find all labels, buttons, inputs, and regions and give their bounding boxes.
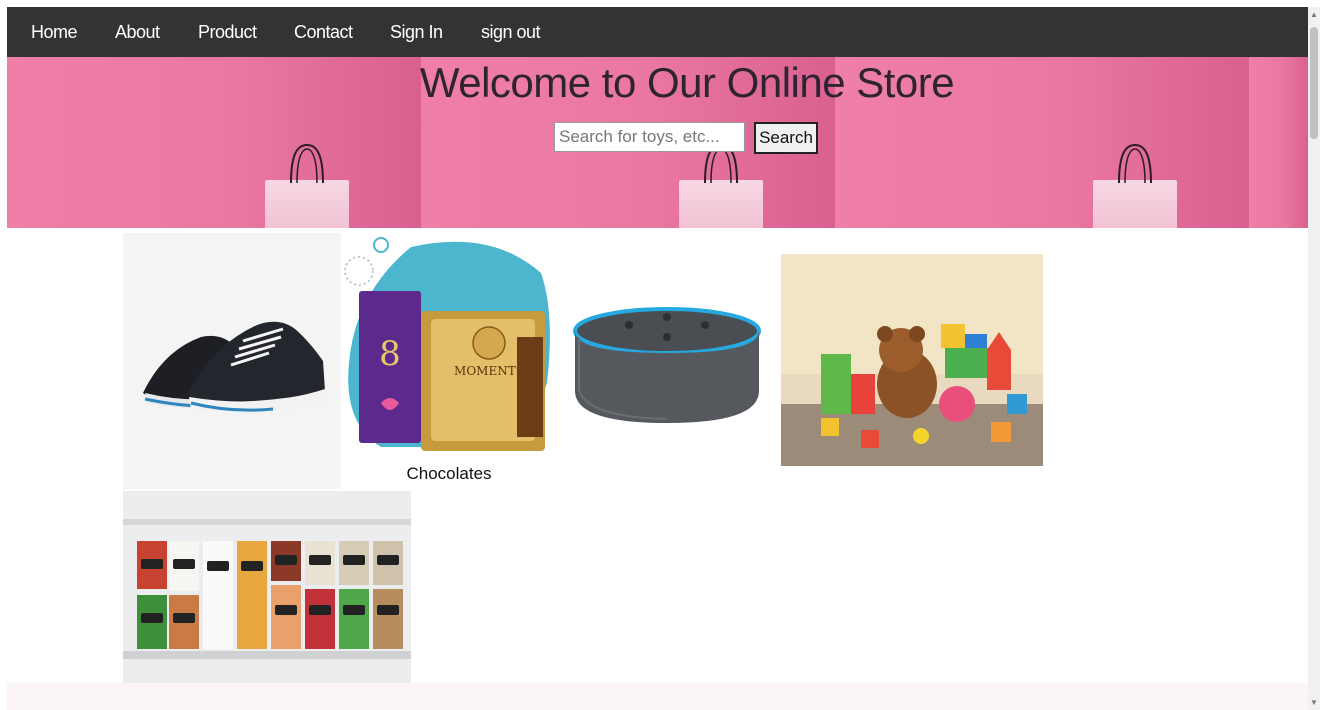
shopping-bag-icon bbox=[265, 143, 349, 228]
shopping-bag-icon bbox=[679, 143, 763, 228]
sneakers-image bbox=[143, 321, 327, 413]
nav-sign-in-link[interactable]: Sign In bbox=[390, 7, 443, 57]
search-button[interactable]: Search bbox=[754, 122, 818, 154]
page-viewport: Home About Product Contact Sign In sign … bbox=[7, 7, 1308, 710]
nav-bar: Home About Product Contact Sign In sign … bbox=[7, 7, 1308, 57]
pantry-containers-image bbox=[123, 491, 411, 683]
product-image-chocolates[interactable]: 8 MOMENTS bbox=[341, 233, 559, 463]
svg-text:MOMENTS: MOMENTS bbox=[454, 364, 524, 378]
footer-strip bbox=[7, 683, 1308, 710]
chocolates-caption: Chocolates bbox=[406, 464, 492, 483]
chocolates-image: 8 MOMENTS bbox=[344, 237, 550, 451]
shopping-bag-icon bbox=[1093, 143, 1177, 228]
product-image-sneakers[interactable] bbox=[123, 233, 341, 489]
nav-product-link[interactable]: Product bbox=[198, 7, 257, 57]
nav-contact-link[interactable]: Contact bbox=[294, 7, 353, 57]
product-image-smart-speaker[interactable] bbox=[559, 233, 777, 463]
product-image-pantry-containers[interactable] bbox=[123, 491, 411, 683]
page-title: Welcome to Our Online Store bbox=[419, 59, 955, 106]
nav-about-link[interactable]: About bbox=[115, 7, 160, 57]
svg-text:8: 8 bbox=[379, 334, 401, 374]
scroll-down-arrow-icon[interactable]: ▼ bbox=[1308, 697, 1320, 709]
nav-home-link[interactable]: Home bbox=[31, 7, 78, 57]
toys-image bbox=[781, 254, 1043, 466]
hero-banner: Welcome to Our Online Store Search bbox=[7, 57, 1308, 228]
search-input[interactable] bbox=[554, 122, 745, 152]
scrollbar-thumb[interactable] bbox=[1310, 27, 1318, 139]
scroll-up-arrow-icon[interactable]: ▲ bbox=[1308, 9, 1320, 21]
nav-sign-out-link[interactable]: sign out bbox=[481, 7, 541, 57]
page-scrollbar[interactable]: ▲ ▼ bbox=[1308, 7, 1320, 710]
smart-speaker-image bbox=[573, 307, 761, 423]
product-image-toys[interactable] bbox=[781, 254, 1043, 466]
